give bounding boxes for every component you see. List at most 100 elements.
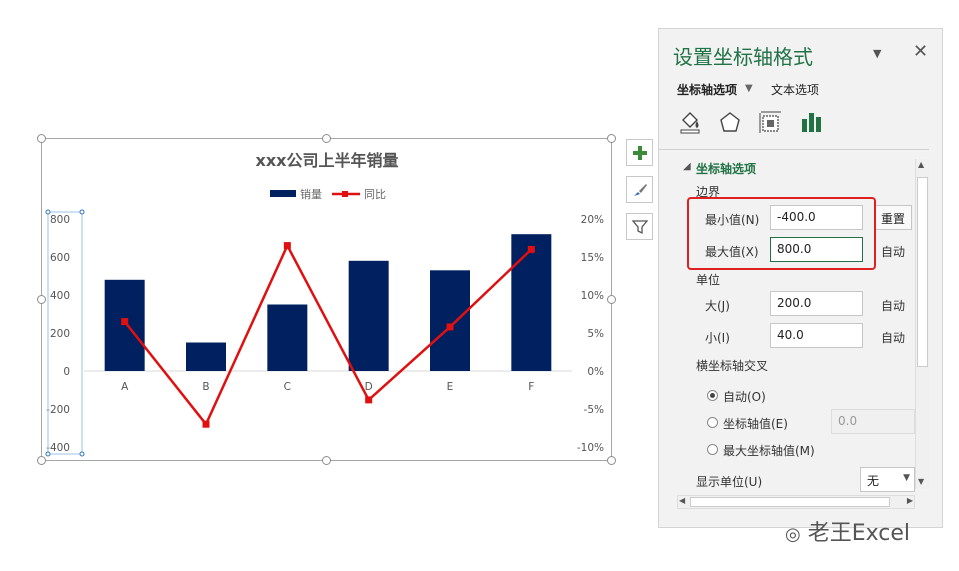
fill-line-icon[interactable] [677,109,703,135]
bar [186,342,226,371]
x-tick-label: D [365,381,373,393]
chevron-down-icon[interactable]: ▼ [745,83,753,94]
resize-handle-tr[interactable] [607,134,616,143]
display-units-value: 无 [867,474,880,488]
y-tick-label: 400 [50,290,70,302]
display-units-select[interactable]: 无 ▼ [860,467,915,492]
cross-auto-radio[interactable] [707,390,718,401]
watermark: ◎ 老王Excel [785,515,910,547]
axis-selection-handle [45,451,51,457]
highlight-box [687,197,876,270]
y-tick-label: 600 [50,252,70,264]
min-reset-button[interactable]: 重置 [874,205,913,230]
cross-value-label[interactable]: 坐标轴值(E) [723,415,788,432]
y2-tick-label: 0% [587,366,604,378]
brush-icon [633,183,647,196]
bar [430,270,470,371]
axis-options-chart-icon[interactable] [799,109,825,135]
y2-tick-label: 15% [581,252,604,264]
scroll-thumb[interactable] [690,497,890,507]
resize-handle-mr[interactable] [607,295,616,304]
y-tick-label: 0 [63,366,70,378]
resize-handle-bc[interactable] [322,456,331,465]
chart-filters-button[interactable] [626,213,653,240]
legend-swatch-bar [270,190,296,197]
cross-auto-label[interactable]: 自动(O) [723,388,766,405]
bar [267,304,308,371]
vertical-scrollbar[interactable]: ▲ ▼ [915,159,930,489]
size-properties-icon[interactable] [757,109,783,135]
plus-icon [632,145,647,160]
pane-title: 设置坐标轴格式 [673,45,813,69]
bar [104,279,145,371]
resize-handle-bl[interactable] [37,456,46,465]
format-axis-pane: 设置坐标轴格式 ▼ ✕ 坐标轴选项 ▼ 文本选项 ◢ 坐标轴选项 边界 最小值(… [658,28,943,528]
max-auto-label: 自动 [881,245,906,259]
minor-auto-label: 自动 [881,331,906,345]
bar [511,234,552,371]
axis-selection-handle [79,451,85,457]
major-label: 大(J) [705,299,730,313]
legend-marker [342,191,348,197]
y-tick-label: -200 [46,404,70,416]
x-tick-label: C [284,381,291,393]
axis-selection-handle [79,209,85,215]
watermark-text: 老王Excel [807,521,910,546]
legend-label: 同比 [364,188,386,201]
resize-handle-br[interactable] [607,456,616,465]
resize-handle-ml[interactable] [37,295,46,304]
line-point [365,396,373,404]
y-tick-label: 200 [50,328,70,340]
effects-pentagon-icon[interactable] [717,109,743,135]
tab-text-options[interactable]: 文本选项 [771,81,819,98]
wechat-icon: ◎ [785,524,801,545]
units-label: 单位 [696,273,721,287]
display-units-label: 显示单位(U) [696,475,763,489]
resize-handle-tl[interactable] [37,134,46,143]
chart-title: xxx公司上半年销量 [256,151,399,170]
y2-tick-label: 20% [581,214,604,226]
line-point [283,242,291,250]
bar [348,260,389,371]
chart-elements-button[interactable] [626,139,653,166]
filter-icon [631,219,648,234]
tab-axis-options[interactable]: 坐标轴选项 [677,81,737,98]
x-tick-label: E [447,381,454,393]
close-icon[interactable]: ✕ [913,41,928,62]
cross-max-radio[interactable] [707,444,718,455]
chart-styles-button[interactable] [626,176,653,203]
scroll-thumb[interactable] [917,177,928,367]
axis-selection-handle [45,209,51,215]
cross-max-label[interactable]: 最大坐标轴值(M) [723,442,815,459]
legend-label: 销量 [300,187,322,201]
line-point [446,323,454,331]
y2-tick-label: -10% [577,442,604,454]
chart-area[interactable]: xxx公司上半年销量 销量 同比 800 600 400 200 0 -200 -400 20% 15… [37,134,616,465]
y-tick-label: 800 [50,214,70,226]
scroll-left-icon[interactable]: ◀ [679,496,685,505]
resize-handle-tc[interactable] [322,134,331,143]
y2-tick-label: 10% [581,290,604,302]
horizontal-scrollbar[interactable]: ◀ ▶ [677,495,915,509]
chart-svg: xxx公司上半年销量销量 同比8006004002000-200-40020%15… [45,151,604,457]
cross-value-radio[interactable] [707,417,718,428]
minor-unit-input[interactable]: 40.0 [770,323,863,348]
section-axis-options[interactable]: 坐标轴选项 [696,160,756,177]
x-tick-label: A [121,381,129,393]
x-tick-label: B [202,381,209,393]
scroll-right-icon[interactable]: ▶ [907,496,913,505]
line-point [202,420,210,428]
scroll-down-icon[interactable]: ▼ [918,477,924,486]
cross-value-input[interactable]: 0.0 [831,409,915,434]
scroll-up-icon[interactable]: ▲ [918,160,924,169]
x-tick-label: F [528,381,534,393]
major-unit-input[interactable]: 200.0 [770,291,863,316]
chevron-down-icon[interactable]: ▼ [873,47,881,60]
line-point [527,245,535,253]
y2-tick-label: 5% [587,328,604,340]
collapse-triangle-icon[interactable]: ◢ [683,161,691,172]
major-auto-label: 自动 [881,299,906,313]
chevron-down-icon: ▼ [903,473,910,483]
y2-tick-label: -5% [584,404,604,416]
minor-label: 小(I) [705,331,730,345]
